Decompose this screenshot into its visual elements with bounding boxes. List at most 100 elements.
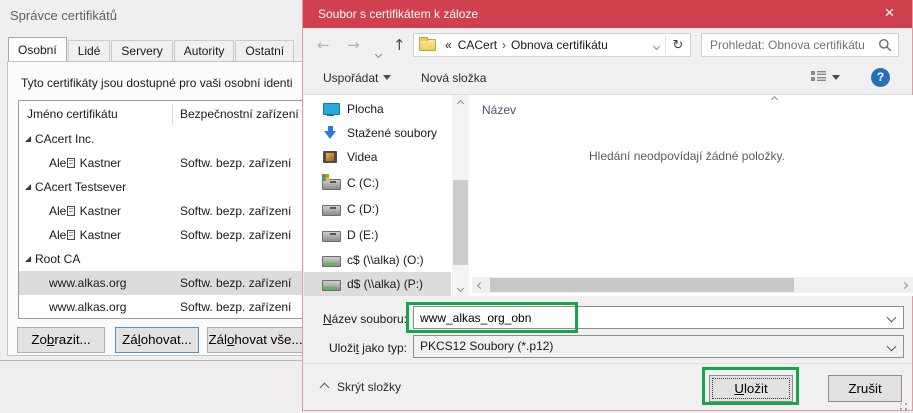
- group-name: Root CA: [35, 252, 80, 266]
- cancel-button[interactable]: Zrušit: [828, 375, 902, 402]
- address-dropdown-icon[interactable]: [654, 38, 659, 52]
- resize-grip[interactable]: [905, 403, 907, 405]
- recent-pages-icon[interactable]: [376, 43, 381, 61]
- backup-button[interactable]: Zálohovat...: [115, 327, 199, 353]
- tab-ostatni[interactable]: Ostatní: [235, 40, 294, 61]
- tab-osobni[interactable]: Osobní: [8, 37, 67, 61]
- certificate-name: Ale Kastner: [49, 199, 121, 223]
- sidebar-item-stazene-soubory[interactable]: Stažené soubory: [304, 121, 451, 145]
- organize-button[interactable]: Uspořádat: [323, 71, 391, 85]
- table-row[interactable]: Ale Kastner Softw. bezp. zařízení: [19, 151, 309, 175]
- filename-label: Název souboru:: [303, 312, 407, 326]
- tree-collapse-icon[interactable]: [25, 136, 31, 142]
- title-bar: Soubor s certifikátem k záloze ×: [303, 0, 912, 28]
- sidebar-item-label: C (C:): [347, 176, 379, 190]
- tab-autority[interactable]: Autority: [174, 40, 235, 61]
- scrollbar-thumb[interactable]: [453, 180, 468, 265]
- breadcrumb-item-cacert[interactable]: CACert: [458, 38, 497, 52]
- sidebar-item-label: D (E:): [347, 228, 378, 242]
- missing-glyph-box: [67, 206, 75, 216]
- refresh-icon[interactable]: ↻: [666, 38, 690, 53]
- sidebar-item-label: Plocha: [347, 102, 384, 116]
- label-part: Uloži: [329, 341, 356, 355]
- label-part: hovat vše...: [234, 332, 302, 347]
- name-part: Ale: [49, 156, 66, 170]
- breadcrumb-collapsed[interactable]: «: [445, 38, 452, 52]
- scroll-left-button[interactable]: [472, 277, 488, 293]
- device-cell: Softw. bezp. zařízení: [180, 223, 291, 247]
- new-folder-button[interactable]: Nová složka: [421, 71, 486, 85]
- search-icon: [878, 38, 892, 52]
- sidebar-item-drive-c[interactable]: C (C:): [304, 171, 451, 195]
- tab-page: Tyto certifikáty jsou dostupné pro vaši …: [7, 61, 307, 356]
- scroll-down-button[interactable]: [452, 280, 469, 296]
- missing-glyph-box: [67, 158, 75, 168]
- view-button[interactable]: Zobrazit...: [17, 327, 105, 353]
- group-name: CAcert Inc.: [35, 132, 94, 146]
- empty-results-message: Hledání neodpovídají žádné položky.: [589, 149, 785, 163]
- sort-ascending-icon: [771, 96, 778, 103]
- sidebar-item-plocha[interactable]: Plocha: [304, 97, 451, 121]
- column-header-nazev[interactable]: Název: [482, 103, 516, 117]
- column-header-name[interactable]: Jméno certifikátu: [27, 107, 118, 121]
- drive-icon: [322, 228, 339, 242]
- search-box: [701, 33, 899, 57]
- scroll-up-button[interactable]: [452, 95, 469, 111]
- scroll-right-button[interactable]: [896, 277, 912, 293]
- certificate-name: www.alkas.org: [49, 295, 126, 319]
- sidebar-item-drive-e[interactable]: D (E:): [304, 223, 451, 247]
- forward-icon[interactable]: →: [347, 36, 360, 54]
- table-row[interactable]: Ale Kastner Softw. bezp. zařízení: [19, 199, 309, 223]
- table-row-group[interactable]: CAcert Testsever: [19, 175, 309, 199]
- chevron-up-icon: [320, 382, 330, 392]
- label-part: ohovat...: [141, 332, 192, 347]
- certificate-name: Ale Kastner: [49, 151, 121, 175]
- backup-all-button[interactable]: Zálohovat vše...: [207, 327, 304, 353]
- back-icon[interactable]: ←: [317, 36, 330, 54]
- caret-down-icon: [832, 75, 840, 80]
- device-cell: Softw. bezp. zařízení: [180, 151, 291, 175]
- downloads-icon: [322, 126, 339, 140]
- table-row-selected[interactable]: www.alkas.org Softw. bezp. zařízení: [19, 271, 309, 295]
- column-header-device[interactable]: Bezpečnostní zařízení: [180, 107, 299, 121]
- label-part: ázev souboru:: [332, 312, 407, 326]
- view-mode-button[interactable]: [811, 71, 840, 84]
- close-button[interactable]: ×: [867, 0, 912, 28]
- table-row-group[interactable]: CAcert Inc.: [19, 127, 309, 151]
- help-button[interactable]: ?: [871, 68, 890, 87]
- chevron-down-icon: [653, 43, 660, 50]
- table-row[interactable]: www.alkas.org Softw. bezp. zařízení: [19, 295, 309, 319]
- up-icon[interactable]: ↑: [393, 36, 406, 54]
- sidebar-item-label: Stažené soubory: [347, 126, 437, 140]
- chevron-right-icon: [900, 281, 907, 288]
- system-drive-icon: [322, 176, 339, 190]
- certificate-name: Ale Kastner: [49, 223, 121, 247]
- filetype-select[interactable]: PKCS12 Soubory (*.p12): [413, 335, 904, 358]
- tree-collapse-icon[interactable]: [25, 256, 31, 262]
- network-drive-icon: [322, 277, 339, 291]
- tab-servery[interactable]: Servery: [111, 40, 172, 61]
- sidebar-item-label: c$ (\\alka) (O:): [347, 253, 424, 267]
- tree-collapse-icon[interactable]: [25, 184, 31, 190]
- search-input[interactable]: [702, 38, 878, 52]
- sidebar-item-network-p[interactable]: d$ (\\alka) (P:): [304, 272, 451, 296]
- details-view-icon: [811, 71, 827, 84]
- table-row-group[interactable]: Root CA: [19, 247, 309, 271]
- name-part: Ale: [49, 228, 66, 242]
- sidebar-item-drive-d[interactable]: C (D:): [304, 197, 451, 221]
- browser-area: Plocha Stažené soubory Videa C (C:) C (D…: [304, 95, 913, 296]
- windows-logo-icon: [322, 174, 329, 181]
- table-row[interactable]: Ale Kastner Softw. bezp. zařízení: [19, 223, 309, 247]
- organize-label: Uspořádat: [323, 71, 378, 85]
- address-bar[interactable]: « CACert › Obnova certifikátu ↻: [413, 33, 691, 57]
- label-part: Zá: [122, 332, 138, 347]
- sidebar-item-videa[interactable]: Videa: [304, 145, 451, 169]
- tab-lide[interactable]: Lidé: [68, 40, 111, 61]
- network-drive-icon: [322, 253, 339, 267]
- sidebar-item-network-o[interactable]: c$ (\\alka) (O:): [304, 248, 451, 272]
- chevron-down-icon: [375, 51, 382, 58]
- filetype-label: Uložit jako typ:: [303, 341, 407, 355]
- hide-folders-button[interactable]: Skrýt složky: [321, 380, 401, 394]
- breadcrumb-item-obnova[interactable]: Obnova certifikátu: [511, 38, 608, 52]
- scrollbar-thumb[interactable]: [490, 278, 794, 292]
